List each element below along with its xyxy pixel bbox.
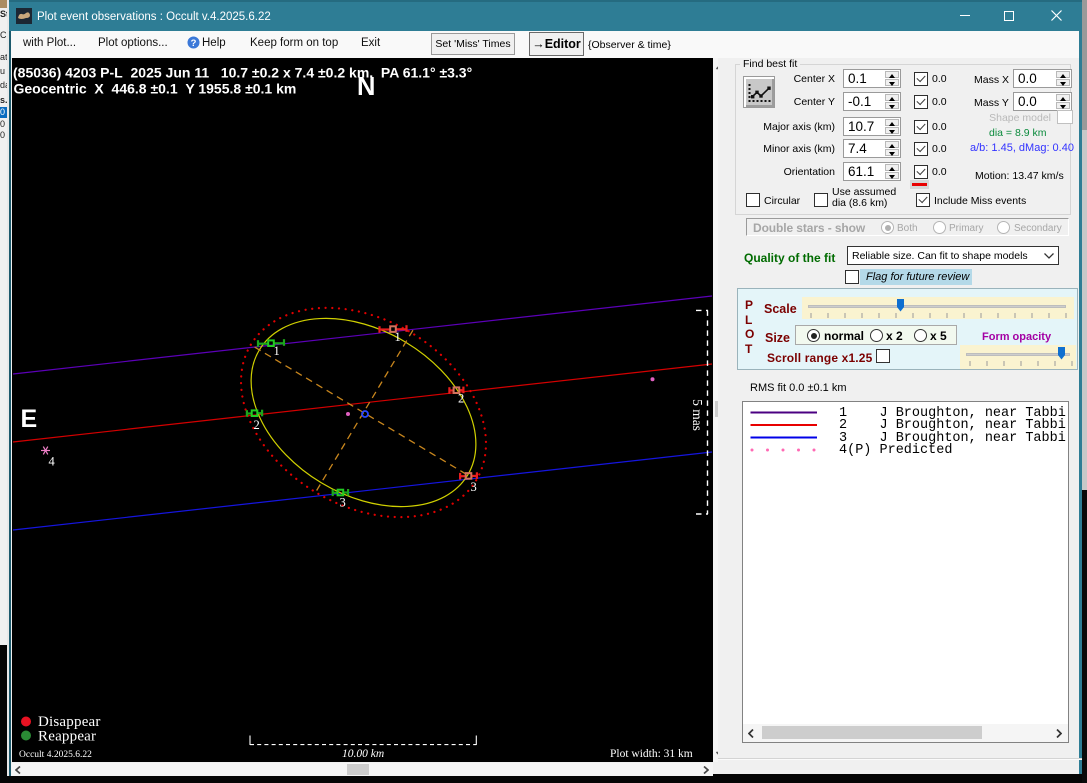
svg-text:?: ? (191, 38, 197, 49)
svg-text:3: 3 (340, 496, 346, 510)
svg-text:Geocentric X 446.8 ±0.1 Y 1: Geocentric X 446.8 ±0.1 Y 1955.8 ±0.1 km (14, 81, 297, 97)
svg-text:(85036) 4203 P-L 2025 Jun 11: (85036) 4203 P-L 2025 Jun 11 10.7 ±0.2 x… (13, 65, 472, 81)
svg-text:4: 4 (49, 455, 56, 469)
svg-text:1: 1 (274, 344, 280, 358)
svg-text:Plot width: 31 km: Plot width: 31 km (610, 748, 693, 760)
svg-text:Occult 4.2025.6.22: Occult 4.2025.6.22 (19, 750, 92, 760)
svg-text:E: E (21, 405, 38, 433)
svg-text:2: 2 (254, 418, 260, 432)
svg-text:1: 1 (395, 330, 401, 344)
svg-text:N: N (357, 73, 375, 101)
svg-text:5 mas: 5 mas (690, 399, 705, 431)
svg-text:2: 2 (458, 392, 464, 406)
svg-text:10.00 km: 10.00 km (342, 748, 384, 760)
svg-text:3: 3 (471, 480, 477, 494)
svg-text:Reappear: Reappear (38, 729, 96, 745)
